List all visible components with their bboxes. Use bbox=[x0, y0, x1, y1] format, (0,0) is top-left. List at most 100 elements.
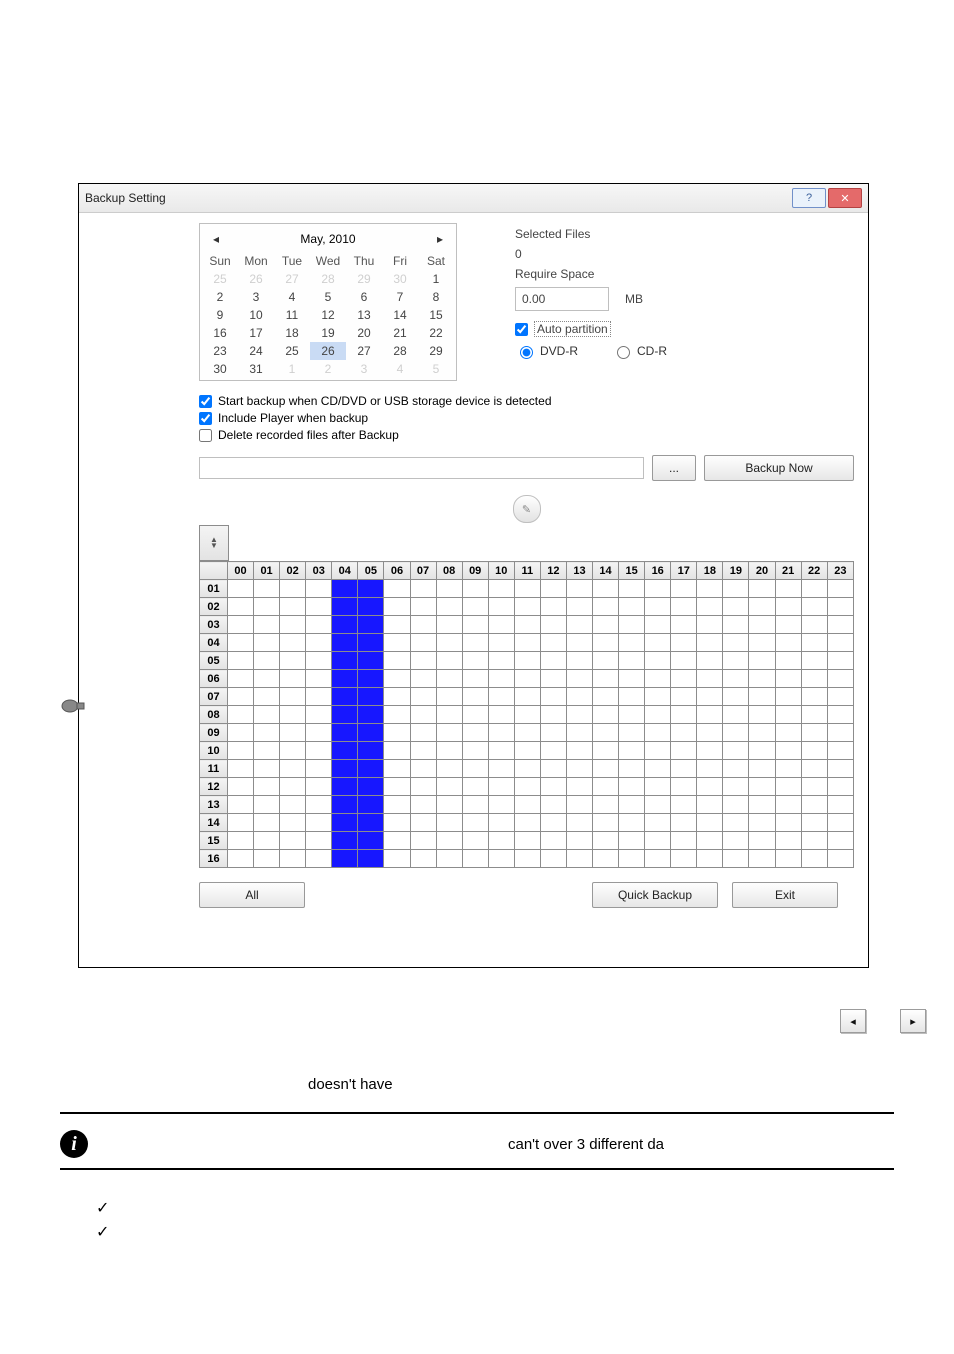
grid-cell[interactable] bbox=[306, 724, 332, 742]
grid-cell[interactable] bbox=[332, 760, 358, 778]
grid-row-header[interactable]: 14 bbox=[200, 814, 228, 832]
grid-hour-header[interactable]: 16 bbox=[645, 562, 671, 580]
grid-cell[interactable] bbox=[645, 706, 671, 724]
grid-cell[interactable] bbox=[332, 796, 358, 814]
grid-cell[interactable] bbox=[566, 850, 592, 868]
grid-cell[interactable] bbox=[436, 706, 462, 724]
calendar-day[interactable]: 31 bbox=[238, 360, 274, 378]
grid-cell[interactable] bbox=[436, 652, 462, 670]
grid-cell[interactable] bbox=[462, 832, 488, 850]
grid-cell[interactable] bbox=[827, 688, 853, 706]
grid-cell[interactable] bbox=[358, 598, 384, 616]
grid-cell[interactable] bbox=[671, 814, 697, 832]
grid-cell[interactable] bbox=[593, 706, 619, 724]
schedule-grid[interactable]: 0001020304050607080910111213141516171819… bbox=[199, 561, 854, 868]
grid-cell[interactable] bbox=[801, 652, 827, 670]
grid-row-header[interactable]: 15 bbox=[200, 832, 228, 850]
grid-cell[interactable] bbox=[540, 724, 566, 742]
grid-cell[interactable] bbox=[306, 760, 332, 778]
grid-row-header[interactable]: 03 bbox=[200, 616, 228, 634]
grid-hour-header[interactable]: 17 bbox=[671, 562, 697, 580]
grid-cell[interactable] bbox=[619, 796, 645, 814]
calendar-day[interactable]: 26 bbox=[238, 270, 274, 288]
grid-cell[interactable] bbox=[593, 688, 619, 706]
grid-cell[interactable] bbox=[254, 796, 280, 814]
calendar-day[interactable]: 28 bbox=[310, 270, 346, 288]
browse-button[interactable]: ... bbox=[652, 455, 696, 481]
grid-cell[interactable] bbox=[671, 832, 697, 850]
grid-cell[interactable] bbox=[358, 688, 384, 706]
calendar-day[interactable]: 24 bbox=[238, 342, 274, 360]
grid-cell[interactable] bbox=[593, 742, 619, 760]
grid-cell[interactable] bbox=[749, 778, 775, 796]
grid-cell[interactable] bbox=[671, 670, 697, 688]
grid-cell[interactable] bbox=[254, 814, 280, 832]
grid-cell[interactable] bbox=[671, 598, 697, 616]
grid-row-header[interactable]: 04 bbox=[200, 634, 228, 652]
grid-cell[interactable] bbox=[697, 616, 723, 634]
grid-cell[interactable] bbox=[488, 652, 514, 670]
grid-cell[interactable] bbox=[227, 670, 253, 688]
grid-cell[interactable] bbox=[619, 634, 645, 652]
grid-cell[interactable] bbox=[280, 796, 306, 814]
grid-cell[interactable] bbox=[332, 616, 358, 634]
grid-cell[interactable] bbox=[384, 652, 410, 670]
grid-cell[interactable] bbox=[801, 814, 827, 832]
grid-cell[interactable] bbox=[462, 724, 488, 742]
grid-cell[interactable] bbox=[227, 706, 253, 724]
grid-cell[interactable] bbox=[723, 652, 749, 670]
grid-cell[interactable] bbox=[645, 652, 671, 670]
grid-cell[interactable] bbox=[358, 670, 384, 688]
grid-cell[interactable] bbox=[514, 616, 540, 634]
grid-cell[interactable] bbox=[749, 742, 775, 760]
grid-cell[interactable] bbox=[645, 616, 671, 634]
grid-cell[interactable] bbox=[306, 778, 332, 796]
grid-cell[interactable] bbox=[827, 742, 853, 760]
grid-cell[interactable] bbox=[775, 742, 801, 760]
grid-cell[interactable] bbox=[227, 778, 253, 796]
grid-cell[interactable] bbox=[332, 850, 358, 868]
grid-cell[interactable] bbox=[540, 688, 566, 706]
grid-cell[interactable] bbox=[227, 742, 253, 760]
grid-cell[interactable] bbox=[227, 796, 253, 814]
grid-cell[interactable] bbox=[462, 688, 488, 706]
grid-cell[interactable] bbox=[436, 796, 462, 814]
grid-cell[interactable] bbox=[514, 832, 540, 850]
backup-path-input[interactable] bbox=[199, 457, 644, 479]
grid-cell[interactable] bbox=[488, 670, 514, 688]
grid-cell[interactable] bbox=[436, 688, 462, 706]
grid-cell[interactable] bbox=[645, 850, 671, 868]
grid-cell[interactable] bbox=[645, 814, 671, 832]
grid-cell[interactable] bbox=[358, 724, 384, 742]
grid-row-header[interactable]: 08 bbox=[200, 706, 228, 724]
grid-cell[interactable] bbox=[384, 850, 410, 868]
grid-cell[interactable] bbox=[697, 580, 723, 598]
calendar-day[interactable]: 21 bbox=[382, 324, 418, 342]
grid-cell[interactable] bbox=[462, 796, 488, 814]
grid-cell[interactable] bbox=[619, 688, 645, 706]
grid-cell[interactable] bbox=[697, 652, 723, 670]
calendar-day[interactable]: 28 bbox=[382, 342, 418, 360]
grid-cell[interactable] bbox=[306, 616, 332, 634]
opt-start-checkbox[interactable]: Start backup when CD/DVD or USB storage … bbox=[199, 394, 854, 408]
grid-hour-header[interactable]: 09 bbox=[462, 562, 488, 580]
grid-cell[interactable] bbox=[410, 580, 436, 598]
grid-cell[interactable] bbox=[227, 832, 253, 850]
grid-cell[interactable] bbox=[254, 850, 280, 868]
grid-cell[interactable] bbox=[619, 850, 645, 868]
grid-cell[interactable] bbox=[410, 634, 436, 652]
grid-cell[interactable] bbox=[619, 616, 645, 634]
grid-cell[interactable] bbox=[280, 616, 306, 634]
grid-cell[interactable] bbox=[593, 670, 619, 688]
grid-cell[interactable] bbox=[801, 832, 827, 850]
grid-cell[interactable] bbox=[384, 760, 410, 778]
grid-cell[interactable] bbox=[436, 742, 462, 760]
calendar-day[interactable]: 6 bbox=[346, 288, 382, 306]
grid-cell[interactable] bbox=[514, 652, 540, 670]
grid-cell[interactable] bbox=[697, 796, 723, 814]
grid-cell[interactable] bbox=[697, 742, 723, 760]
grid-cell[interactable] bbox=[540, 832, 566, 850]
grid-cell[interactable] bbox=[514, 706, 540, 724]
grid-cell[interactable] bbox=[775, 706, 801, 724]
grid-hour-header[interactable]: 01 bbox=[254, 562, 280, 580]
